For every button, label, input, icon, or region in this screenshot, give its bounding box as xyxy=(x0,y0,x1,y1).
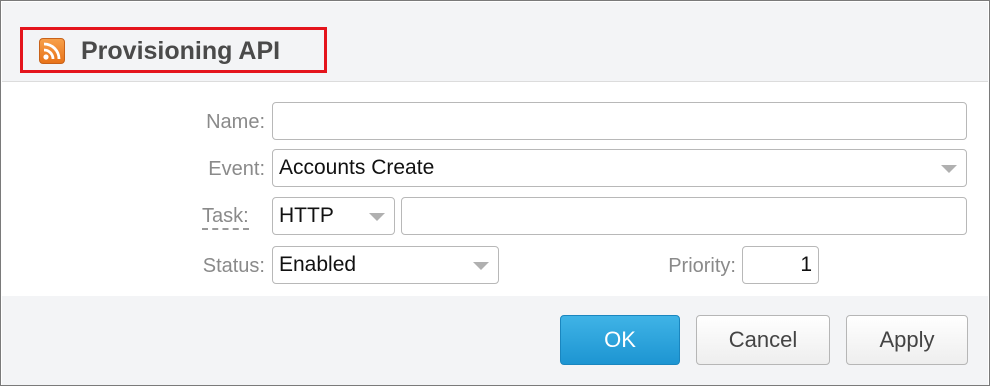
chevron-down-icon xyxy=(941,165,957,173)
apply-button[interactable]: Apply xyxy=(846,315,968,365)
task-label[interactable]: Task: xyxy=(202,204,249,230)
priority-label: Priority: xyxy=(668,255,736,277)
name-input[interactable] xyxy=(272,102,967,140)
event-select-value: Accounts Create xyxy=(279,156,435,179)
dialog-footer xyxy=(2,296,988,385)
priority-input[interactable]: 1 xyxy=(742,246,819,284)
provisioning-api-dialog: Provisioning API Name: Event: Accounts C… xyxy=(0,0,990,386)
event-label: Event: xyxy=(208,158,265,180)
status-label: Status: xyxy=(202,255,265,277)
status-select[interactable]: Enabled xyxy=(272,246,499,284)
rss-icon xyxy=(39,38,65,64)
event-select[interactable]: Accounts Create xyxy=(272,149,967,187)
chevron-down-icon xyxy=(369,213,385,221)
status-select-value: Enabled xyxy=(279,253,357,276)
task-type-value: HTTP xyxy=(279,204,334,227)
dialog-title: Provisioning API xyxy=(81,37,281,65)
task-type-select[interactable]: HTTP xyxy=(272,197,395,235)
cancel-button[interactable]: Cancel xyxy=(696,315,830,365)
chevron-down-icon xyxy=(473,262,489,270)
name-label: Name: xyxy=(206,111,265,133)
ok-button[interactable]: OK xyxy=(560,315,680,365)
task-url-input[interactable] xyxy=(401,197,967,235)
